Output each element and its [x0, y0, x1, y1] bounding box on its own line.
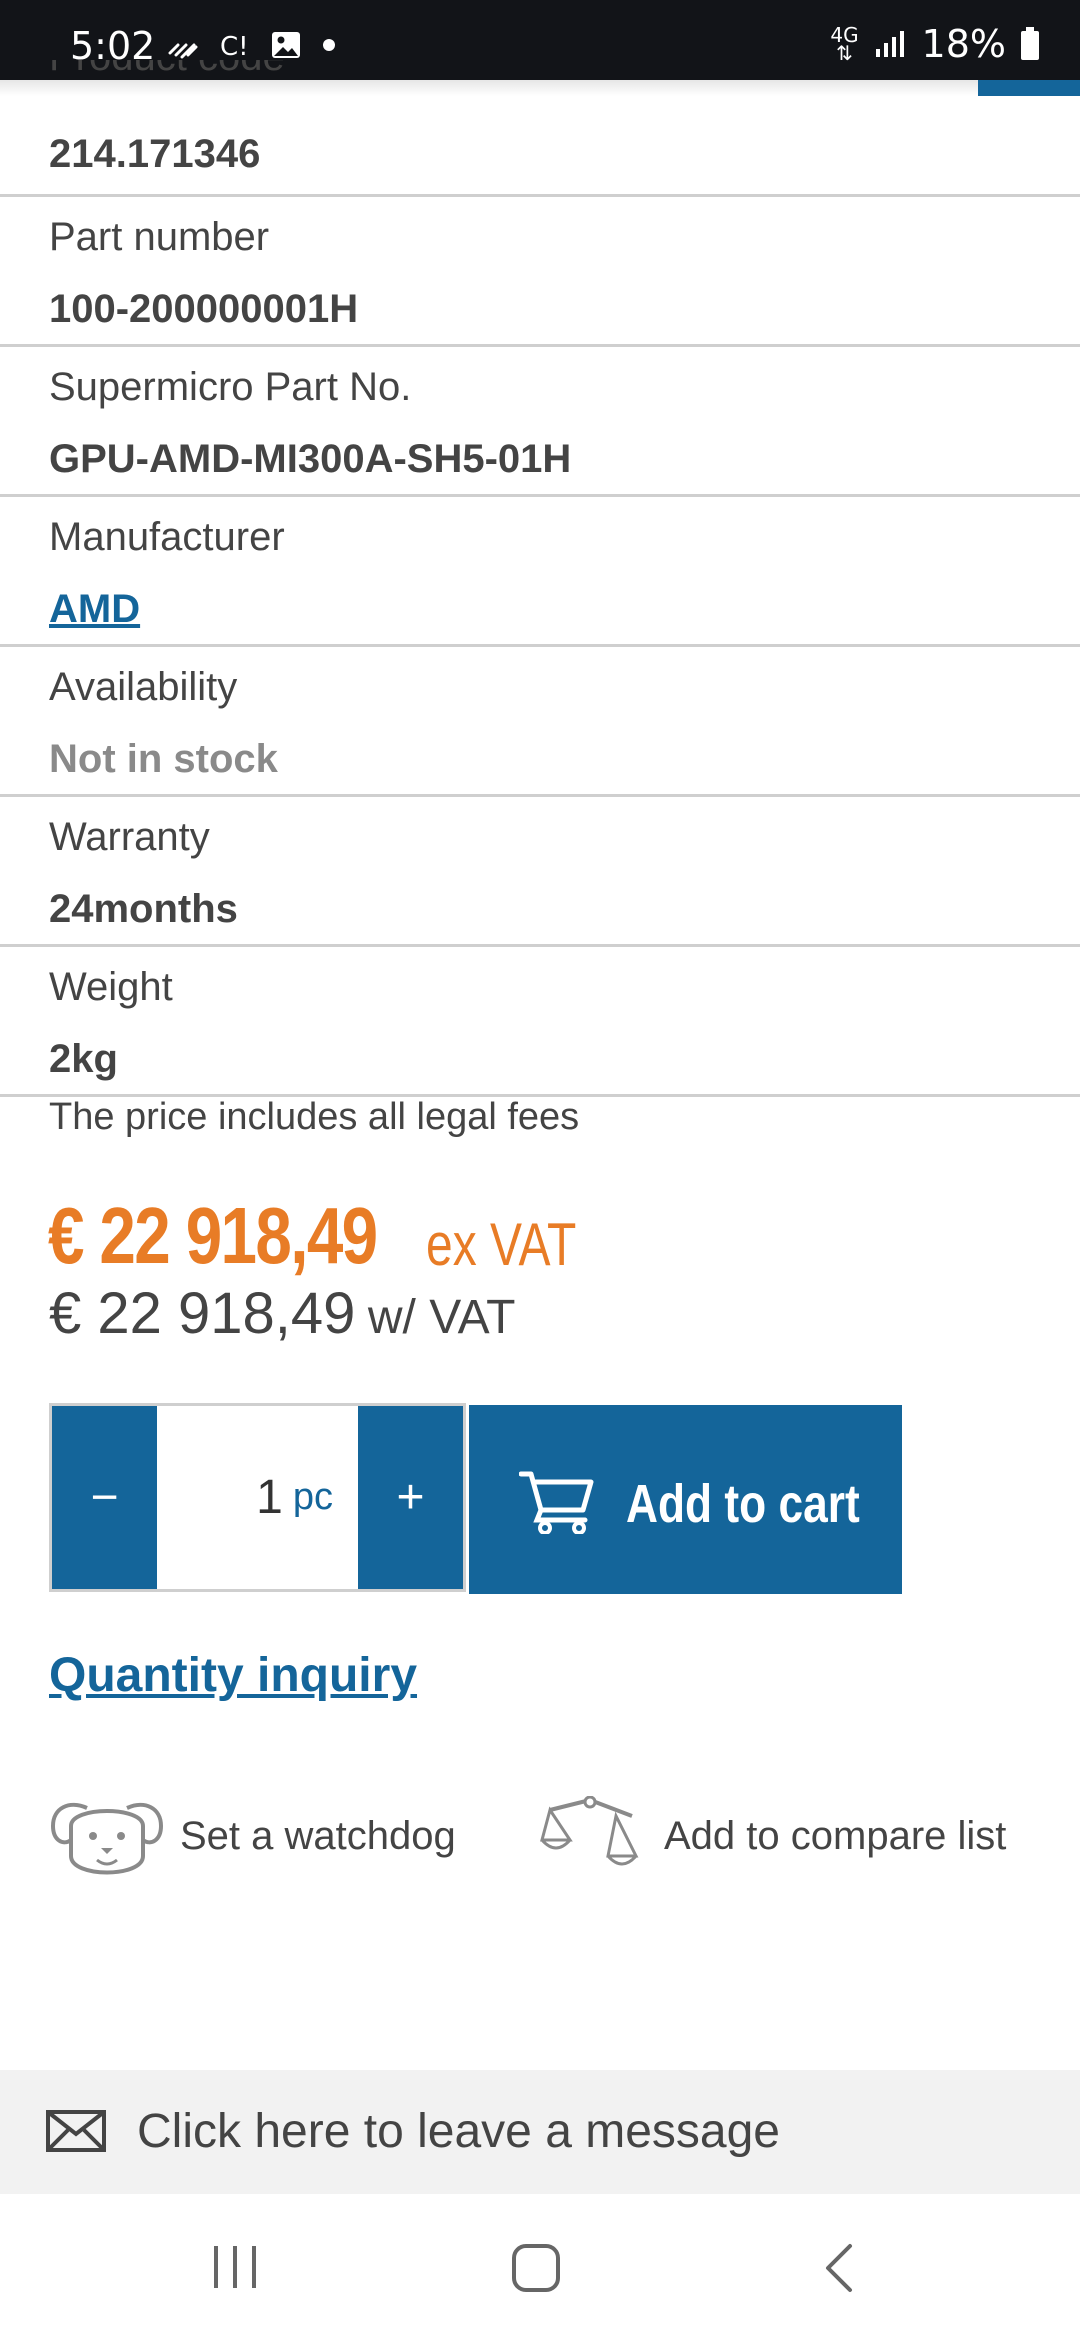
leave-message-label: Click here to leave a message	[137, 2105, 780, 2158]
spec-label: Warranty	[49, 815, 210, 859]
dog-icon	[50, 1802, 164, 1875]
spec-label: Weight	[49, 965, 173, 1009]
cart-icon	[519, 1471, 594, 1534]
quantity-inquiry-link[interactable]: Quantity inquiry	[49, 1648, 417, 1703]
spec-list: Product code 214.171346 Part number 100-…	[0, 60, 1080, 1097]
spec-value: 214.171346	[49, 132, 261, 176]
price-ex-vat-amount: € 22 918,49	[48, 1191, 378, 1280]
spec-value: GPU-AMD-MI300A-SH5-01H	[49, 437, 572, 481]
price-with-vat-amount: € 22 918,49	[49, 1281, 356, 1346]
spec-label: Supermicro Part No.	[49, 365, 412, 409]
set-watchdog-button[interactable]: Set a watchdog	[49, 1796, 456, 1886]
back-icon[interactable]	[820, 2242, 860, 2294]
spec-row-availability: Availability Not in stock	[0, 647, 1080, 797]
network-type: 4G	[830, 23, 859, 47]
svg-text:C!: C!	[220, 32, 249, 59]
recent-apps-icon[interactable]	[210, 2242, 260, 2292]
spec-row-warranty: Warranty 24months	[0, 797, 1080, 947]
spec-row-part-number: Part number 100-200000001H	[0, 197, 1080, 347]
notification-dot-icon	[323, 39, 335, 51]
navigation-bar	[0, 2194, 1080, 2340]
spec-row-supermicro-part: Supermicro Part No. GPU-AMD-MI300A-SH5-0…	[0, 347, 1080, 497]
spec-row-manufacturer: Manufacturer AMD	[0, 497, 1080, 647]
quantity-unit: pc	[292, 1476, 333, 1518]
price-ex-vat: € 22 918,49 ex VAT	[48, 1190, 576, 1282]
compare-label: Add to compare list	[664, 1814, 1007, 1858]
gallery-icon	[272, 32, 300, 58]
battery-icon	[1021, 27, 1039, 60]
cast-icon: C!	[220, 32, 249, 59]
manufacturer-link[interactable]: AMD	[49, 587, 140, 632]
spec-value: 2kg	[49, 1037, 118, 1081]
add-to-cart-button[interactable]: Add to cart	[469, 1405, 902, 1594]
spec-value: 24months	[49, 887, 238, 931]
spec-value: 100-200000001H	[49, 287, 359, 331]
spec-label: Availability	[49, 665, 238, 709]
spec-row-product-code: Product code 214.171346	[0, 60, 1080, 197]
spec-label: Part number	[49, 215, 270, 259]
availability-status: Not in stock	[49, 737, 278, 781]
price-with-vat-label: w/ VAT	[367, 1291, 516, 1344]
envelope-icon	[46, 2110, 106, 2152]
quantity-input[interactable]: 1 pc	[157, 1406, 357, 1589]
scales-icon	[540, 1795, 639, 1866]
home-icon[interactable]	[510, 2242, 562, 2294]
leave-message-bar[interactable]: Click here to leave a message	[0, 2070, 1080, 2194]
quantity-decrease-button[interactable]: −	[52, 1406, 157, 1589]
price-note: The price includes all legal fees	[49, 1096, 580, 1138]
price-ex-vat-label: ex VAT	[426, 1211, 577, 1278]
spec-label: Manufacturer	[49, 515, 285, 559]
quantity-increase-button[interactable]: +	[358, 1406, 463, 1589]
missed-call-icon	[168, 43, 198, 59]
spec-row-weight: Weight 2kg	[0, 947, 1080, 1097]
quantity-stepper: − 1 pc +	[49, 1403, 466, 1592]
add-to-compare-button[interactable]: Add to compare list	[540, 1795, 1006, 1881]
watchdog-label: Set a watchdog	[180, 1814, 456, 1858]
quantity-value: 1	[256, 1471, 283, 1524]
add-to-cart-label: Add to cart	[626, 1474, 860, 1534]
price-with-vat: € 22 918,49 w/ VAT	[49, 1280, 515, 1347]
signal-icon	[875, 31, 904, 57]
